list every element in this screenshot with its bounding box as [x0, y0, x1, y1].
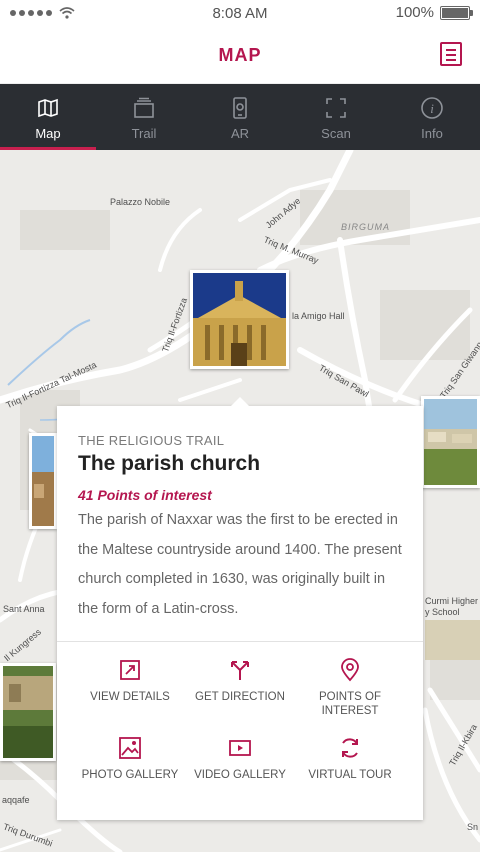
- map-label: la Amigo Hall: [292, 311, 345, 321]
- fortress-photo-marker[interactable]: [0, 663, 56, 761]
- video-gallery-button[interactable]: VIDEO GALLERY: [185, 736, 295, 782]
- virtual-tour-icon: [342, 738, 358, 758]
- points-of-interest-button[interactable]: POINTS OF INTEREST: [295, 658, 405, 718]
- location-pin-icon: [341, 658, 359, 682]
- countryside-image: [424, 399, 477, 485]
- countryside-photo-marker[interactable]: [421, 396, 480, 488]
- photo-gallery-button[interactable]: PHOTO GALLERY: [75, 736, 185, 782]
- church-image: [193, 273, 286, 366]
- tab-trail[interactable]: Trail: [96, 84, 192, 150]
- place-info-card: THE RELIGIOUS TRAIL The parish church 41…: [57, 397, 423, 820]
- tab-label: Scan: [321, 126, 351, 141]
- tab-map[interactable]: Map: [0, 84, 96, 150]
- map-icon: [38, 98, 58, 118]
- fortress-image: [3, 666, 53, 758]
- view-details-button[interactable]: VIEW DETAILS: [75, 658, 185, 704]
- direction-icon: [231, 661, 249, 680]
- map-label: aqqafe: [2, 795, 30, 805]
- list-icon[interactable]: [440, 42, 462, 66]
- page-title: MAP: [218, 45, 262, 65]
- svg-text:i: i: [430, 101, 434, 116]
- tab-label: Trail: [131, 126, 157, 141]
- trail-icon: [134, 97, 154, 118]
- divider: [57, 641, 423, 642]
- photo-gallery-icon: [119, 737, 141, 759]
- action-label: VIDEO GALLERY: [194, 769, 286, 781]
- map-label: Palazzo Nobile: [110, 197, 171, 207]
- trail-name: THE RELIGIOUS TRAIL: [78, 433, 225, 448]
- action-label: GET DIRECTION: [195, 691, 285, 703]
- village-photo-marker[interactable]: [29, 433, 57, 529]
- map-label: BIRGUMA: [341, 222, 391, 232]
- village-image: [32, 436, 54, 526]
- battery-percent: 100%: [395, 4, 434, 21]
- action-label: VIRTUAL TOUR: [308, 769, 392, 781]
- points-of-interest-count[interactable]: 41 Points of interest: [78, 487, 212, 503]
- battery-icon: [440, 5, 473, 20]
- title-bar: MAP: [0, 28, 480, 84]
- tab-scan[interactable]: Scan: [288, 84, 384, 150]
- place-description: The parish of Naxxar was the first to be…: [78, 512, 402, 617]
- place-title: The parish church: [78, 452, 261, 475]
- map-label: y School: [425, 607, 460, 617]
- action-label: VIEW DETAILS: [90, 691, 170, 703]
- view-details-icon: [120, 660, 140, 680]
- map-label: Curmi Higher: [425, 596, 479, 606]
- tab-label: Map: [35, 126, 61, 141]
- map-label: Sn: [467, 822, 479, 832]
- tab-bar: Map Trail AR Scan i Info: [0, 84, 480, 150]
- tab-info[interactable]: i Info: [384, 84, 480, 150]
- action-label: PHOTO GALLERY: [81, 769, 179, 781]
- status-bar: 8:08 AM 100%: [0, 0, 480, 28]
- action-label: POINTS OF INTEREST: [319, 691, 381, 717]
- get-direction-button[interactable]: GET DIRECTION: [185, 658, 295, 704]
- tab-label: Info: [421, 126, 443, 141]
- map-label: Sant Anna: [3, 604, 45, 614]
- info-icon: i: [421, 97, 443, 119]
- scan-icon: [326, 98, 346, 118]
- tab-ar[interactable]: AR: [192, 84, 288, 150]
- church-photo-marker[interactable]: [190, 270, 289, 369]
- virtual-tour-button[interactable]: VIRTUAL TOUR: [295, 736, 405, 782]
- tab-label: AR: [230, 126, 250, 141]
- ar-icon: [233, 97, 247, 119]
- video-gallery-icon: [229, 740, 251, 756]
